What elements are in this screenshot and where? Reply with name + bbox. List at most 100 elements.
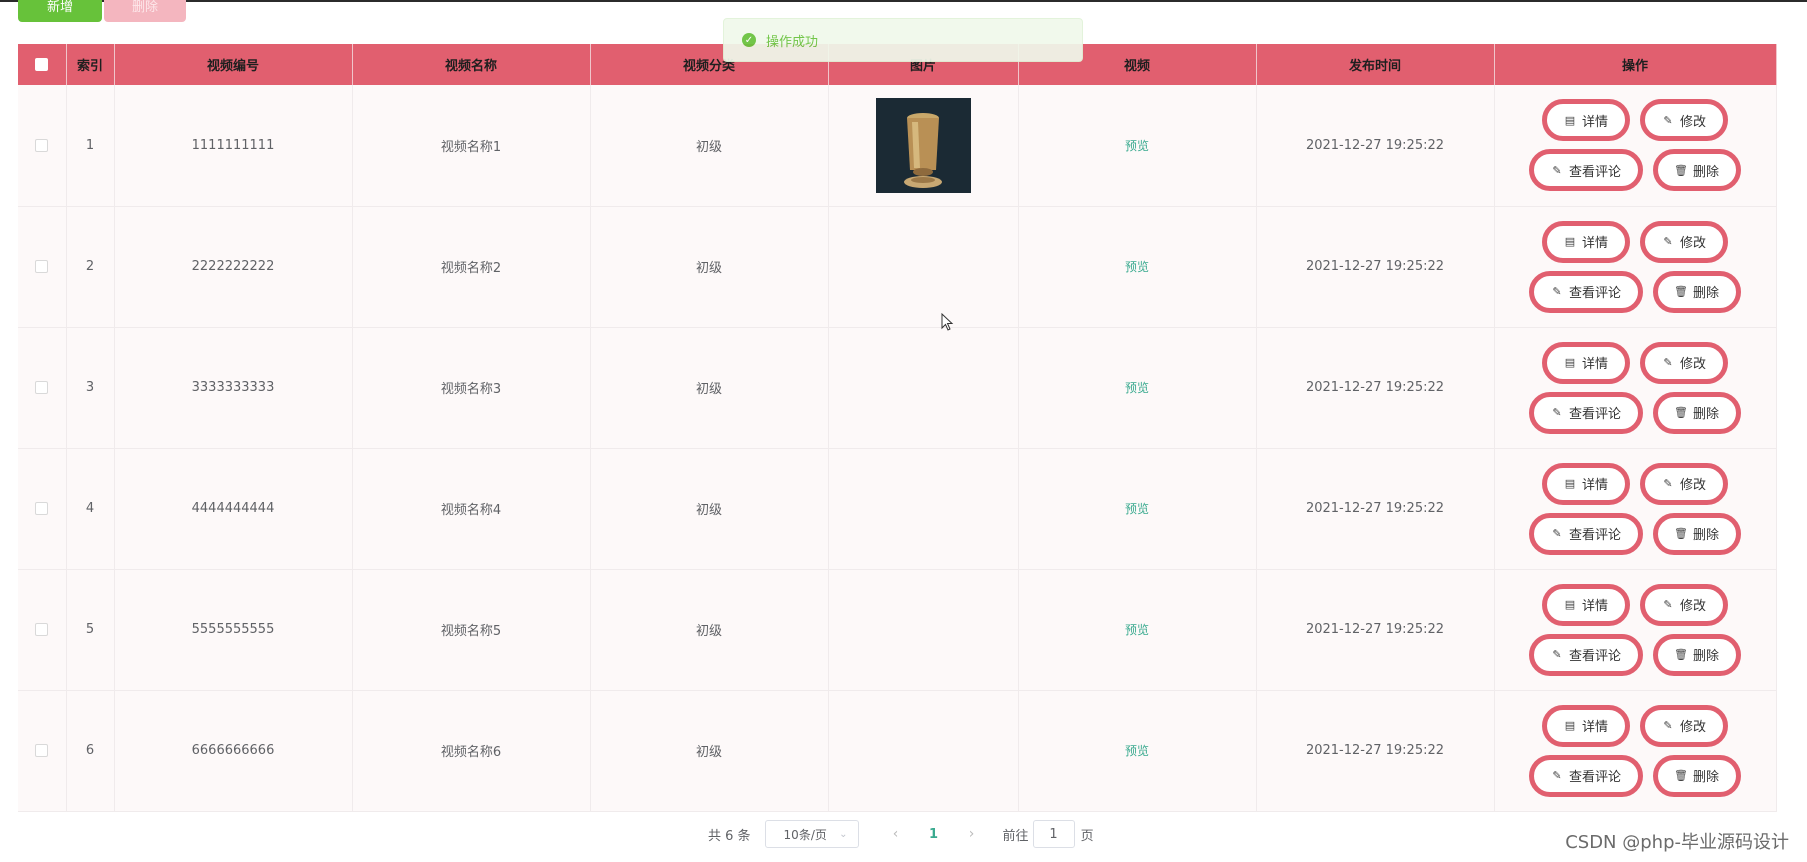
cell-time: 2021-12-27 19:25:22 <box>1256 206 1495 328</box>
header-time: 发布时间 <box>1256 44 1495 85</box>
cell-time: 2021-12-27 19:25:22 <box>1256 690 1495 812</box>
view-comments-button[interactable]: ✎ 查看评论 <box>1529 512 1643 555</box>
detail-button[interactable]: ▤ 详情 <box>1542 583 1630 626</box>
bulk-delete-label: 删除 <box>131 0 158 15</box>
cell-time: 2021-12-27 19:25:22 <box>1256 448 1495 570</box>
preview-link[interactable]: 预览 <box>1125 381 1149 395</box>
trash-icon: 🗑 <box>1674 406 1688 419</box>
edit-button[interactable]: ✎ 修改 <box>1640 99 1728 142</box>
view-comments-button[interactable]: ✎ 查看评论 <box>1529 633 1643 676</box>
bulk-delete-button[interactable]: 删除 <box>104 0 186 22</box>
cell-video: 预览 <box>1018 206 1257 328</box>
cell-actions: ▤ 详情 ✎ 修改 ✎ 查看评论 🗑 删除 <box>1494 448 1777 570</box>
select-all-cell[interactable] <box>18 44 67 85</box>
row-checkbox[interactable] <box>35 744 49 757</box>
row-select-cell[interactable] <box>18 327 67 449</box>
cell-code: 4444444444 <box>114 448 353 570</box>
row-select-cell[interactable] <box>18 690 67 812</box>
table-row: 3 3333333333 视频名称3 初级 预览 2021-12-27 19:25:22 ▤… <box>18 327 1777 449</box>
delete-label: 删除 <box>1692 528 1719 543</box>
edit-button[interactable]: ✎ 修改 <box>1640 462 1728 505</box>
cell-category: 初级 <box>590 327 829 449</box>
next-page-icon[interactable]: › <box>957 826 987 842</box>
row-checkbox[interactable] <box>35 260 49 273</box>
delete-button[interactable]: 🗑 删除 <box>1653 391 1741 434</box>
delete-button[interactable]: 🗑 删除 <box>1653 149 1741 192</box>
delete-button[interactable]: 🗑 删除 <box>1653 270 1741 313</box>
detail-label: 详情 <box>1581 599 1608 614</box>
cell-code: 2222222222 <box>114 206 353 328</box>
view-comments-label: 查看评论 <box>1568 286 1621 301</box>
row-select-cell[interactable] <box>18 85 67 207</box>
cell-category: 初级 <box>590 85 829 207</box>
edit-button[interactable]: ✎ 修改 <box>1640 341 1728 384</box>
table-row: 6 6666666666 视频名称6 初级 预览 2021-12-27 19:25:22 ▤… <box>18 690 1777 812</box>
select-all-checkbox[interactable] <box>35 58 49 71</box>
cell-video: 预览 <box>1018 690 1257 812</box>
add-button[interactable]: 新增 <box>18 0 102 22</box>
row-checkbox[interactable] <box>35 502 49 515</box>
detail-button[interactable]: ▤ 详情 <box>1542 341 1630 384</box>
add-button-label: 新增 <box>46 0 73 15</box>
header-code: 视频编号 <box>114 44 353 85</box>
view-comments-button[interactable]: ✎ 查看评论 <box>1529 391 1643 434</box>
detail-button[interactable]: ▤ 详情 <box>1542 704 1630 747</box>
row-checkbox[interactable] <box>35 138 49 152</box>
cell-name: 视频名称5 <box>352 569 591 691</box>
view-comments-label: 查看评论 <box>1568 528 1621 543</box>
edit-button[interactable]: ✎ 修改 <box>1640 220 1728 263</box>
detail-button[interactable]: ▤ 详情 <box>1542 220 1630 263</box>
view-comments-button[interactable]: ✎ 查看评论 <box>1529 270 1643 313</box>
row-checkbox[interactable] <box>35 381 49 394</box>
cell-code: 3333333333 <box>114 327 353 449</box>
document-icon: ▤ <box>1564 356 1576 369</box>
edit-label: 修改 <box>1679 478 1706 493</box>
trash-icon: 🗑 <box>1674 527 1688 540</box>
preview-link[interactable]: 预览 <box>1125 260 1149 274</box>
pagination-total: 共 6 条 <box>708 828 751 844</box>
cell-code: 6666666666 <box>114 690 353 812</box>
pencil-icon: ✎ <box>1552 406 1562 419</box>
pagination: 共 6 条 10条/页 ⌄ ‹ 1 › 前往 1 页 <box>708 820 1094 848</box>
preview-link[interactable]: 预览 <box>1125 744 1149 758</box>
delete-label: 删除 <box>1692 164 1719 180</box>
prev-page-icon[interactable]: ‹ <box>881 826 911 842</box>
delete-button[interactable]: 🗑 删除 <box>1653 633 1741 676</box>
row-checkbox[interactable] <box>35 623 49 636</box>
delete-button[interactable]: 🗑 删除 <box>1653 512 1741 555</box>
edit-button[interactable]: ✎ 修改 <box>1640 583 1728 626</box>
delete-button[interactable]: 🗑 删除 <box>1653 754 1741 797</box>
row-select-cell[interactable] <box>18 448 67 570</box>
page-size-select[interactable]: 10条/页 ⌄ <box>764 820 859 848</box>
trash-icon: 🗑 <box>1674 648 1688 661</box>
detail-button[interactable]: ▤ 详情 <box>1542 99 1630 142</box>
preview-link[interactable]: 预览 <box>1125 623 1149 637</box>
cell-video: 预览 <box>1018 327 1257 449</box>
row-select-cell[interactable] <box>18 206 67 328</box>
preview-link[interactable]: 预览 <box>1125 502 1149 516</box>
cell-name: 视频名称4 <box>352 448 591 570</box>
chevron-down-icon: ⌄ <box>839 828 848 840</box>
delete-label: 删除 <box>1692 286 1719 301</box>
table-row: 5 5555555555 视频名称5 初级 预览 2021-12-27 19:25:22 ▤… <box>18 569 1777 691</box>
detail-label: 详情 <box>1581 236 1608 251</box>
edit-button[interactable]: ✎ 修改 <box>1640 704 1728 747</box>
delete-label: 删除 <box>1692 649 1719 664</box>
cell-time: 2021-12-27 19:25:22 <box>1256 85 1495 207</box>
pencil-icon: ✎ <box>1663 719 1673 732</box>
cell-index: 5 <box>66 569 115 691</box>
view-comments-button[interactable]: ✎ 查看评论 <box>1529 754 1643 797</box>
preview-link[interactable]: 预览 <box>1125 139 1149 153</box>
cell-category: 初级 <box>590 206 829 328</box>
row-select-cell[interactable] <box>18 569 67 691</box>
current-page[interactable]: 1 <box>919 827 949 842</box>
detail-label: 详情 <box>1581 478 1608 493</box>
view-comments-button[interactable]: ✎ 查看评论 <box>1529 149 1643 192</box>
cell-index: 3 <box>66 327 115 449</box>
cell-index: 6 <box>66 690 115 812</box>
goto-page-input[interactable]: 1 <box>1032 820 1075 848</box>
table-row: 1 1111111111 视频名称1 初级 预览 2021-12-27 19:25:22 ▤… <box>18 85 1777 207</box>
trash-icon: 🗑 <box>1674 285 1688 298</box>
detail-button[interactable]: ▤ 详情 <box>1542 462 1630 505</box>
cell-time: 2021-12-27 19:25:22 <box>1256 327 1495 449</box>
